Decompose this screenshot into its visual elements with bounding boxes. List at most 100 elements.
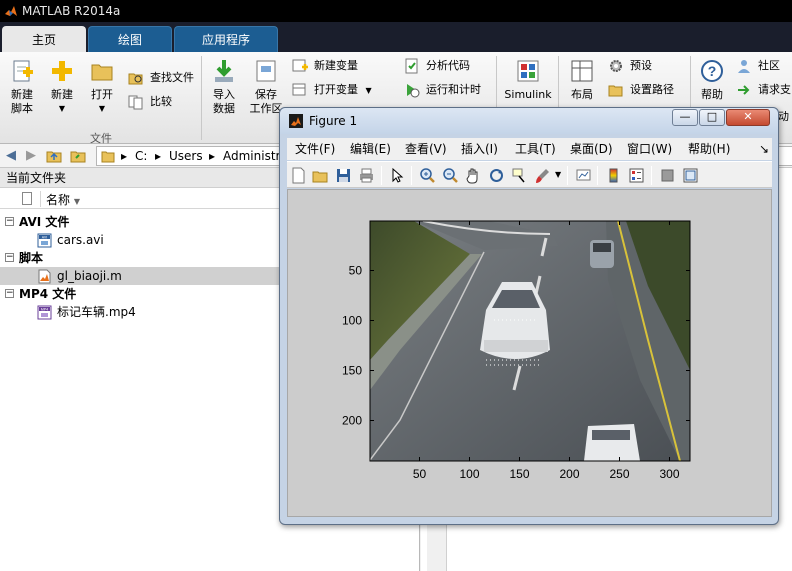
run-and-time-button[interactable]: 运行和计时 (404, 80, 481, 100)
tab-plots[interactable]: 绘图 (88, 26, 172, 52)
svg-text:MP4: MP4 (41, 308, 48, 312)
help-button[interactable]: ? 帮助 (694, 58, 730, 102)
data-cursor-icon[interactable] (511, 167, 528, 184)
simulink-label: Simulink (504, 88, 552, 101)
save-icon[interactable] (335, 167, 352, 184)
new-variable-label: 新建变量 (314, 59, 358, 72)
path-arrow-icon: ▸ (121, 149, 128, 163)
menu-file[interactable]: 文件(F) (295, 138, 335, 160)
compare-label: 比较 (150, 95, 172, 108)
zoom-out-icon[interactable] (442, 167, 459, 184)
new-button[interactable]: 新建 ▼ (44, 58, 80, 116)
m-script-file-icon (38, 269, 51, 284)
mp4-file-icon: MP4 (37, 305, 52, 320)
pointer-arrow-icon[interactable] (389, 167, 406, 184)
find-files-button[interactable]: 查找文件 (128, 68, 194, 88)
preferences-label: 预设 (630, 59, 652, 72)
figure-toolbar: ▼ (287, 161, 772, 188)
new-variable-button[interactable]: 新建变量 (292, 56, 358, 76)
toolbar-separator (381, 166, 382, 185)
menu-view[interactable]: 查看(V) (405, 138, 447, 160)
collapse-toggle-icon[interactable]: − (5, 217, 14, 226)
figure-canvas[interactable]: 50 100 150 200 250 300 50 100 150 200 (287, 189, 772, 517)
community-button[interactable]: 社区 (736, 56, 780, 76)
save-workspace-icon (256, 60, 276, 82)
menu-desktop[interactable]: 桌面(D) (570, 138, 613, 160)
hide-plot-tools-icon[interactable] (659, 167, 676, 184)
menu-edit[interactable]: 编辑(E) (350, 138, 391, 160)
open-file-icon[interactable] (312, 167, 329, 184)
figure-menu-bar: 文件(F) 编辑(E) 查看(V) 插入(I) 工具(T) 桌面(D) 窗口(W… (287, 138, 772, 160)
save-workspace-button[interactable]: 保存 工作区 (246, 58, 286, 116)
import-data-label: 导入 数据 (213, 88, 235, 115)
path-arrow-icon: ▸ (155, 149, 162, 163)
menu-dock-arrow[interactable]: ↘ (759, 138, 769, 160)
rotate-3d-icon[interactable] (488, 167, 505, 184)
folder-icon (101, 151, 115, 163)
legend-icon[interactable] (628, 167, 645, 184)
path-segment[interactable]: C: (135, 147, 147, 165)
show-plot-tools-icon[interactable] (682, 167, 699, 184)
menu-window[interactable]: 窗口(W) (627, 138, 672, 160)
path-segment[interactable]: Administr (223, 147, 280, 165)
ribbon-tab-row: 主页 绘图 应用程序 (0, 22, 792, 52)
path-segment[interactable]: Users (169, 147, 203, 165)
open-label: 打开 (91, 88, 113, 101)
open-variable-button[interactable]: 打开变量 ▼ (292, 80, 372, 100)
forward-arrow-icon[interactable]: ▶ (23, 148, 39, 164)
figure-title-bar[interactable]: Figure 1 — □ ✕ (280, 108, 778, 134)
tab-apps[interactable]: 应用程序 (174, 26, 278, 52)
menu-help[interactable]: 帮助(H) (688, 138, 730, 160)
preferences-button[interactable]: 预设 (608, 56, 652, 76)
up-folder-icon[interactable] (46, 148, 62, 164)
request-support-button[interactable]: 请求支 (736, 80, 791, 100)
simulink-button[interactable]: Simulink (504, 58, 552, 102)
figure-window[interactable]: Figure 1 — □ ✕ 文件(F) 编辑(E) 查看(V) 插入(I) 工… (279, 107, 779, 525)
pan-hand-icon[interactable] (465, 167, 482, 184)
tab-home[interactable]: 主页 (2, 26, 86, 52)
print-icon[interactable] (358, 167, 375, 184)
avi-file-icon: AVI (37, 233, 52, 248)
group-label: MP4 文件 (19, 287, 77, 301)
open-button[interactable]: 打开 ▼ (84, 58, 120, 116)
set-path-button[interactable]: 设置路径 (608, 80, 674, 100)
browse-folder-icon[interactable] (70, 148, 86, 164)
maximize-button[interactable]: □ (699, 109, 725, 126)
ribbon-separator (201, 56, 202, 140)
back-arrow-icon[interactable]: ◀ (3, 148, 19, 164)
set-path-icon (608, 85, 623, 97)
menu-tools[interactable]: 工具(T) (515, 138, 556, 160)
y-tick-label: 100 (342, 314, 362, 328)
column-name[interactable]: 名称 ▼ (46, 191, 80, 208)
run-and-time-icon (407, 84, 420, 98)
compare-button[interactable]: 比较 (128, 92, 172, 112)
analyze-code-button[interactable]: 分析代码 (404, 56, 470, 76)
brush-icon[interactable] (534, 167, 551, 184)
new-figure-icon[interactable] (290, 167, 307, 184)
collapse-toggle-icon[interactable]: − (5, 253, 14, 262)
compare-icon (128, 95, 143, 110)
import-data-button[interactable]: 导入 数据 (206, 58, 242, 116)
file-name: cars.avi (57, 233, 104, 247)
open-dropdown-icon: ▼ (98, 104, 106, 113)
collapse-toggle-icon[interactable]: − (5, 289, 14, 298)
menu-insert[interactable]: 插入(I) (461, 138, 498, 160)
link-plot-icon[interactable] (575, 167, 592, 184)
axes-plot[interactable]: 50 100 150 200 250 300 50 100 150 200 (288, 190, 773, 518)
window-title: MATLAB R2014a (22, 4, 121, 18)
zoom-in-icon[interactable] (419, 167, 436, 184)
help-icon: ? (701, 60, 723, 82)
x-tick-label: 50 (413, 467, 427, 481)
new-label: 新建 (51, 88, 73, 101)
open-variable-icon (292, 83, 306, 96)
community-label: 社区 (758, 59, 780, 72)
toolbar-separator (597, 166, 598, 185)
file-name: gl_biaoji.m (57, 269, 122, 283)
new-script-button[interactable]: 新建 脚本 (4, 58, 40, 116)
close-button[interactable]: ✕ (726, 109, 770, 126)
minimize-button[interactable]: — (672, 109, 698, 126)
svg-text:AVI: AVI (42, 236, 47, 240)
colorbar-icon[interactable] (605, 167, 622, 184)
brush-dropdown-icon[interactable]: ▼ (555, 170, 561, 179)
layout-button[interactable]: 布局 (564, 58, 600, 102)
